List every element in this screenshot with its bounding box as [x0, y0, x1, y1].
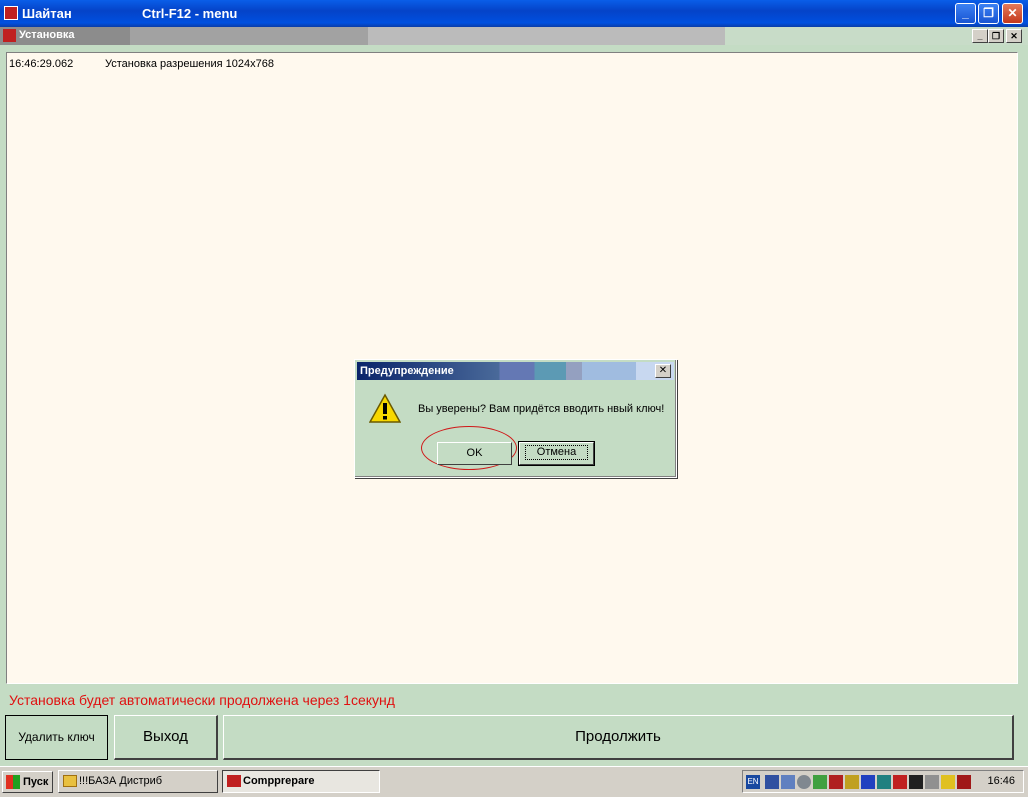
taskbar-item-compprepare[interactable]: Compprepare [222, 770, 380, 793]
app-icon [4, 6, 18, 20]
printer-icon[interactable] [925, 775, 939, 789]
taskbar-item-label: !!!БАЗА Дистриб [79, 775, 163, 787]
tray-app-icon[interactable] [829, 775, 843, 789]
tray-app-icon[interactable] [957, 775, 971, 789]
mdi-minimize-button[interactable]: _ [972, 29, 988, 43]
cancel-button[interactable]: Отмена [518, 441, 595, 466]
auto-continue-notice: Установка будет автоматически продолжена… [9, 692, 395, 708]
maximize-button[interactable]: ❐ [978, 3, 999, 24]
taskbar-item-folder[interactable]: !!!БАЗА Дистриб [58, 770, 218, 793]
taskbar: Пуск !!!БАЗА Дистриб Compprepare EN 16:4… [0, 766, 1028, 797]
tray-app-icon[interactable] [941, 775, 955, 789]
mdi-app-icon [3, 29, 16, 42]
window-hint: Ctrl-F12 - menu [142, 6, 238, 21]
tray-app-icon[interactable] [893, 775, 907, 789]
tray-app-icon[interactable] [877, 775, 891, 789]
warning-icon [369, 393, 401, 423]
tray-app-icon[interactable] [813, 775, 827, 789]
windows-logo-icon [6, 775, 20, 789]
tray-app-icon[interactable] [909, 775, 923, 789]
clock: 16:46 [987, 775, 1015, 787]
window-title: Шайтан [22, 6, 72, 21]
disk-icon[interactable] [797, 775, 811, 789]
minimize-button[interactable]: _ [955, 3, 976, 24]
dialog-titlebar: Предупреждение ✕ [357, 362, 674, 380]
network-icon[interactable] [765, 775, 779, 789]
continue-button[interactable]: Продолжить [223, 715, 1014, 760]
dialog-message: Вы уверены? Вам придётся вводить нвый кл… [418, 403, 665, 415]
network-icon[interactable] [781, 775, 795, 789]
ok-button[interactable]: OK [437, 442, 512, 465]
folder-icon [63, 775, 77, 787]
app-icon [227, 775, 241, 787]
tray-app-icon[interactable] [861, 775, 875, 789]
tray-app-icon[interactable] [845, 775, 859, 789]
dialog-close-button[interactable]: ✕ [655, 364, 671, 378]
taskbar-item-label: Compprepare [243, 775, 315, 787]
log-message: Установка разрешения 1024x768 [105, 58, 274, 70]
mdi-restore-button[interactable]: ❐ [988, 29, 1004, 43]
close-button[interactable]: ✕ [1002, 3, 1023, 24]
language-indicator[interactable]: EN [746, 775, 760, 789]
dialog-title: Предупреждение [360, 365, 454, 377]
log-timestamp: 16:46:29.062 [9, 58, 74, 70]
warning-dialog: Предупреждение ✕ Вы уверены? Вам придётс… [354, 359, 677, 478]
mdi-close-button[interactable]: ✕ [1006, 29, 1022, 43]
exit-button[interactable]: Выход [114, 715, 218, 760]
start-button[interactable]: Пуск [2, 771, 53, 793]
delete-key-button[interactable]: Удалить ключ [5, 715, 108, 760]
cancel-button-label: Отмена [524, 445, 589, 460]
start-label: Пуск [23, 776, 49, 788]
window-titlebar: Шайтан Ctrl-F12 - menu _ ❐ ✕ [0, 0, 1028, 27]
mdi-titlebar: Установка _ ❐ ✕ [0, 27, 1028, 45]
system-tray: EN 16:46 [742, 770, 1024, 793]
mdi-title: Установка [19, 29, 75, 41]
